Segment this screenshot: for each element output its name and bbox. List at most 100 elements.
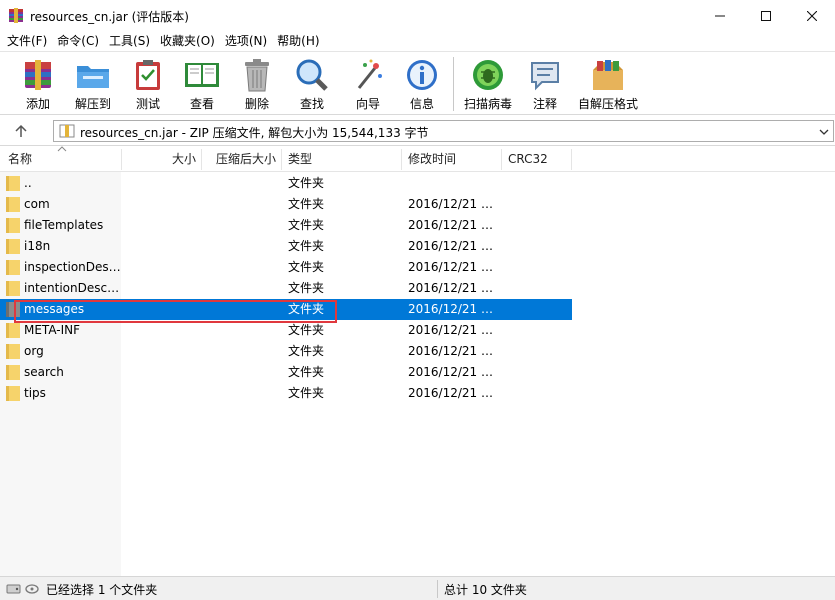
menu-file[interactable]: 文件(F) <box>2 31 52 51</box>
column-header-size[interactable]: 大小 <box>172 147 196 172</box>
extract-to-label: 解压到 <box>74 97 111 111</box>
close-button[interactable] <box>789 0 835 31</box>
delete-button[interactable]: 删除 <box>237 56 277 114</box>
header-divider[interactable] <box>401 149 402 170</box>
maximize-icon <box>761 10 771 21</box>
list-item[interactable]: tips 文件夹 2016/12/21 1... <box>0 383 572 404</box>
close-icon <box>807 10 817 21</box>
file-modified: 2016/12/21 1... <box>408 281 500 295</box>
folder-icon <box>6 281 20 296</box>
view-button[interactable]: 查看 <box>182 56 222 114</box>
list-item[interactable]: inspectionDesc... 文件夹 2016/12/21 1... <box>0 257 572 278</box>
file-modified: 2016/12/21 1... <box>408 386 500 400</box>
folder-icon <box>6 218 20 233</box>
file-name: tips <box>24 386 46 400</box>
address-text: resources_cn.jar - ZIP 压缩文件, 解包大小为 15,54… <box>80 126 429 140</box>
extract-to-button[interactable]: 解压到 <box>73 56 113 114</box>
list-item[interactable]: .. 文件夹 <box>0 173 572 194</box>
status-selection: 已经选择 1 个文件夹 <box>46 583 158 597</box>
file-modified: 2016/12/21 1... <box>408 365 500 379</box>
file-type: 文件夹 <box>288 281 325 295</box>
file-modified <box>408 173 500 194</box>
test-clipboard-icon <box>136 60 160 90</box>
up-level-button[interactable] <box>10 121 32 141</box>
file-name: fileTemplates <box>24 218 104 232</box>
toolbar: 添加 解压到 测试 查看 删除 查找 向导 信息 扫描病毒 注释 自解压格式 <box>0 51 835 115</box>
add-button[interactable]: 添加 <box>18 56 58 114</box>
column-header-packed[interactable]: 压缩后大小 <box>216 147 276 172</box>
file-type: 文件夹 <box>288 386 325 400</box>
status-divider <box>437 580 438 598</box>
file-type: 文件夹 <box>288 218 325 232</box>
file-name: .. <box>24 176 32 190</box>
folder-icon <box>6 323 20 338</box>
menu-commands[interactable]: 命令(C) <box>52 31 104 51</box>
delete-label: 删除 <box>244 97 269 111</box>
file-modified: 2016/12/21 1... <box>408 302 500 316</box>
file-list: 名称 大小 压缩后大小 类型 修改时间 CRC32 .. 文件夹 com 文件夹… <box>0 146 835 576</box>
add-label: 添加 <box>25 97 50 111</box>
list-item[interactable]: intentionDescri... 文件夹 2016/12/21 1... <box>0 278 572 299</box>
magnifier-icon <box>296 59 328 91</box>
file-name: search <box>24 365 64 379</box>
chevron-down-icon[interactable] <box>819 125 829 139</box>
list-item[interactable]: i18n 文件夹 2016/12/21 1... <box>0 236 572 257</box>
file-name: intentionDescri... <box>24 281 121 295</box>
extract-folder-icon <box>77 66 109 88</box>
status-bar: 已经选择 1 个文件夹 总计 10 文件夹 <box>0 576 835 600</box>
minimize-icon <box>715 15 725 16</box>
wizard-wand-icon <box>357 59 382 89</box>
info-label: 信息 <box>409 97 434 111</box>
file-type: 文件夹 <box>288 365 325 379</box>
list-item[interactable]: com 文件夹 2016/12/21 1... <box>0 194 572 215</box>
header-divider[interactable] <box>201 149 202 170</box>
menu-help[interactable]: 帮助(H) <box>272 31 324 51</box>
test-button[interactable]: 测试 <box>128 56 168 114</box>
minimize-button[interactable] <box>697 0 743 31</box>
maximize-button[interactable] <box>743 0 789 31</box>
folder-icon <box>6 386 20 401</box>
comment-button[interactable]: 注释 <box>525 56 565 114</box>
virus-scan-button[interactable]: 扫描病毒 <box>464 56 513 114</box>
status-total: 总计 10 文件夹 <box>444 583 527 597</box>
column-header-crc32[interactable]: CRC32 <box>508 147 548 172</box>
find-button[interactable]: 查找 <box>292 56 332 114</box>
sfx-button[interactable]: 自解压格式 <box>578 56 638 114</box>
header-divider[interactable] <box>501 149 502 170</box>
column-header-name[interactable]: 名称 <box>8 147 32 172</box>
info-button[interactable]: 信息 <box>402 56 442 114</box>
header-divider[interactable] <box>281 149 282 170</box>
list-item[interactable]: META-INF 文件夹 2016/12/21 1... <box>0 320 572 341</box>
file-type: 文件夹 <box>288 176 325 190</box>
folder-icon <box>6 344 20 359</box>
winrar-app-icon <box>9 8 23 23</box>
address-field[interactable]: resources_cn.jar - ZIP 压缩文件, 解包大小为 15,54… <box>53 120 834 142</box>
arrow-up-icon <box>15 124 27 137</box>
folder-icon <box>6 260 20 275</box>
folder-icon <box>6 176 20 191</box>
list-item[interactable]: search 文件夹 2016/12/21 1... <box>0 362 572 383</box>
folder-icon <box>6 365 20 380</box>
menu-tools[interactable]: 工具(S) <box>104 31 155 51</box>
folder-icon <box>6 197 20 212</box>
virus-scan-label: 扫描病毒 <box>464 97 513 111</box>
add-archive-icon <box>25 60 51 90</box>
file-name: com <box>24 197 50 211</box>
file-name: inspectionDesc... <box>24 260 121 274</box>
header-divider[interactable] <box>571 149 572 170</box>
column-header-type[interactable]: 类型 <box>288 147 312 172</box>
window-title: resources_cn.jar (评估版本) <box>30 10 189 24</box>
file-type: 文件夹 <box>288 323 325 337</box>
info-icon <box>407 60 437 90</box>
column-header-modified[interactable]: 修改时间 <box>408 147 456 172</box>
wizard-button[interactable]: 向导 <box>348 56 388 114</box>
file-modified: 2016/12/21 1... <box>408 344 500 358</box>
comment-label: 注释 <box>532 97 557 111</box>
header-divider[interactable] <box>121 149 122 170</box>
archive-file-icon <box>59 124 75 138</box>
menu-options[interactable]: 选项(N) <box>220 31 272 51</box>
menu-favorites[interactable]: 收藏夹(O) <box>155 31 220 51</box>
list-header: 名称 大小 压缩后大小 类型 修改时间 CRC32 <box>0 146 835 172</box>
list-item[interactable]: fileTemplates 文件夹 2016/12/21 1... <box>0 215 572 236</box>
list-item[interactable]: org 文件夹 2016/12/21 1... <box>0 341 572 362</box>
